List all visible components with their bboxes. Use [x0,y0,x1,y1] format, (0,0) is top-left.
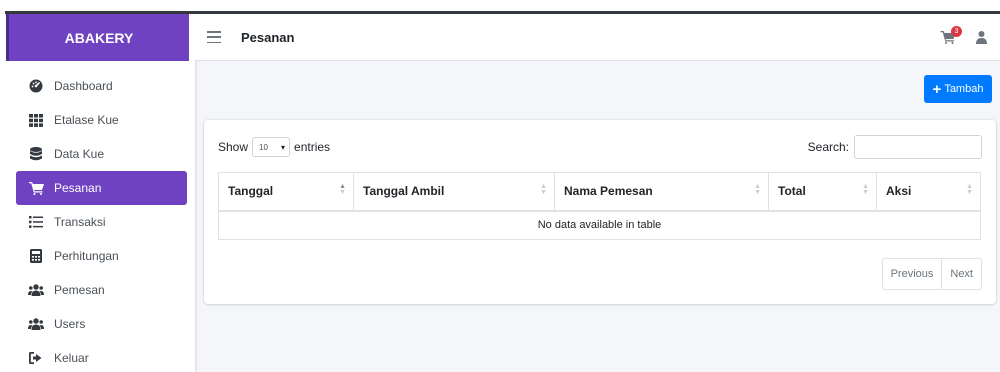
sidebar-item-etalase-kue[interactable]: Etalase Kue [16,103,187,137]
top-border [0,0,1000,14]
add-order-label: Tambah [944,83,984,95]
column-header-total[interactable]: Total ▲ ▼ [768,172,877,212]
orders-table: Tanggal ▲ ▼ Tanggal Ambil ▲ ▼ Nama Pemesan… [218,172,981,240]
sidebar-item-label: Transaksi [54,215,106,229]
database-icon [28,147,44,161]
sign-out-icon [28,351,44,365]
entries-select[interactable]: 10 ▾ [252,137,291,157]
tachometer-icon [28,79,44,93]
sort-icon: ▲ ▼ [966,183,973,196]
cart-icon [28,181,44,195]
orders-card: Show 10 ▾ entries Search: Tanggal ▲ ▼ Tan… [204,120,996,304]
next-page-button[interactable]: Next [941,259,981,289]
sidebar-item-label: Users [54,317,86,331]
add-order-button[interactable]: + Tambah [924,75,992,103]
sidebar-item-data-kue[interactable]: Data Kue [16,137,187,171]
sidebar-menu: Dashboard Etalase Kue Data Kue Pesanan T… [16,69,187,372]
table-row: No data available in table [218,210,981,240]
sort-icon: ▲ ▼ [862,183,869,196]
sidebar-item-dashboard[interactable]: Dashboard [16,69,187,103]
column-header-tanggal[interactable]: Tanggal ▲ ▼ [218,172,354,212]
previous-page-button[interactable]: Previous [883,259,942,289]
sidebar-item-label: Dashboard [54,79,113,93]
show-label: Show [218,140,249,154]
entries-value: 10 [259,142,268,152]
search-label: Search: [807,140,849,154]
sidebar-item-pesanan[interactable]: Pesanan [16,171,187,205]
sidebar-item-label: Perhitungan [54,249,119,263]
sidebar-item-pemesan[interactable]: Pemesan [16,273,187,307]
sidebar-item-transaksi[interactable]: Transaksi [16,205,187,239]
calculator-icon [28,249,44,263]
column-label: Nama Pemesan [564,184,653,199]
users-icon [28,317,44,331]
sidebar-item-label: Etalase Kue [54,113,119,127]
grid-icon [28,113,44,127]
sidebar-item-label: Keluar [54,351,89,365]
search-input[interactable] [854,135,982,159]
column-header-aksi[interactable]: Aksi ▲ ▼ [876,172,981,212]
top-navbar: Pesanan 3 [195,14,1000,61]
entries-length-control: Show 10 ▾ entries [218,137,330,157]
column-label: Tanggal [228,184,274,199]
navbar-actions: 3 [940,14,988,61]
sidebar-item-perhitungan[interactable]: Perhitungan [16,239,187,273]
column-label: Tanggal Ambil [363,184,445,199]
entries-label: entries [294,140,331,154]
sort-icon: ▲ ▼ [540,183,547,196]
cart-button[interactable]: 3 [940,25,962,45]
empty-table-message: No data available in table [218,210,981,240]
pagination: Previous Next [881,258,982,290]
hamburger-menu-icon[interactable] [207,31,221,43]
column-header-tanggal-ambil[interactable]: Tanggal Ambil ▲ ▼ [353,172,555,212]
sidebar: ABAKERY Dashboard Etalase Kue Data Kue P… [0,14,195,372]
brand-logo[interactable]: ABAKERY [6,14,189,61]
page-title: Pesanan [241,29,295,45]
user-icon [976,30,987,44]
column-header-nama-pemesan[interactable]: Nama Pemesan ▲ ▼ [554,172,769,212]
plus-icon: + [932,80,942,98]
sidebar-item-users[interactable]: Users [16,307,187,341]
users-icon [28,283,44,297]
table-search: Search: [808,135,982,159]
list-icon [28,215,44,229]
sidebar-item-label: Pemesan [54,283,105,297]
column-label: Aksi [886,184,912,199]
table-header-row: Tanggal ▲ ▼ Tanggal Ambil ▲ ▼ Nama Pemesan… [218,172,981,212]
sidebar-item-label: Pesanan [54,181,102,195]
column-label: Total [778,184,806,199]
cart-count-badge: 3 [951,25,962,37]
select-arrows-icon: ▾ [281,142,286,152]
sidebar-item-keluar[interactable]: Keluar [16,341,187,372]
sort-icon: ▲ ▼ [339,183,346,196]
sidebar-item-label: Data Kue [54,147,105,161]
user-menu-button[interactable] [976,30,988,45]
sort-icon: ▲ ▼ [754,183,761,196]
